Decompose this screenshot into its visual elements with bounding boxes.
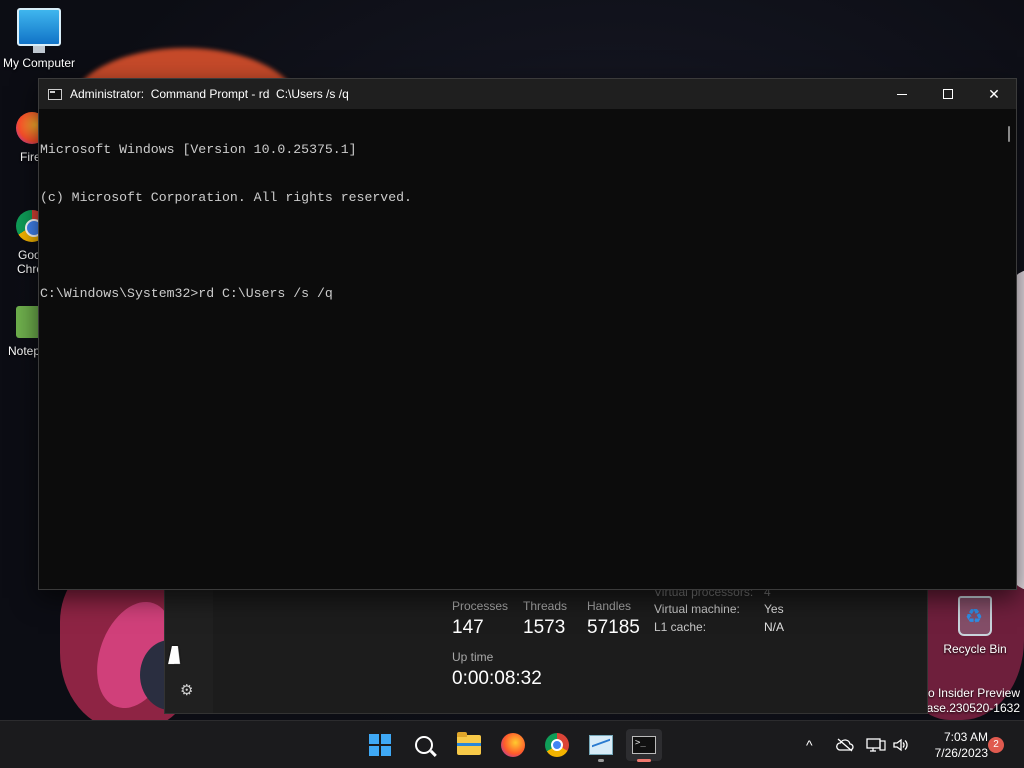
taskbar-performance-monitor[interactable] — [583, 729, 619, 762]
threads-label: Threads — [523, 599, 568, 613]
l1-cache-value: N/A — [764, 620, 785, 634]
maximize-icon — [943, 89, 953, 99]
vertical-scrollbar[interactable] — [1002, 110, 1016, 589]
speaker-icon — [893, 738, 908, 752]
active-indicator — [637, 759, 651, 762]
show-hidden-icons-button[interactable]: ^ — [806, 721, 813, 768]
network-tray-icon[interactable] — [866, 721, 886, 768]
taskbar-chrome[interactable] — [539, 729, 575, 761]
chrome-icon — [545, 733, 569, 757]
command-prompt-window[interactable]: Administrator: Command Prompt - rd C:\Us… — [38, 78, 1017, 590]
taskbar: ^ 7:03 AM 7/26/2023 2 — [0, 720, 1024, 768]
watermark-line: ease.230520-1632 — [919, 701, 1020, 715]
clock-time: 7:03 AM — [943, 730, 988, 744]
virtual-machine-value: Yes — [764, 602, 784, 616]
uptime-stat: Up time 0:00:08:32 — [452, 650, 542, 690]
system-clock[interactable]: 7:03 AM 7/26/2023 — [918, 729, 988, 761]
desktop-icon-recycle-bin[interactable]: Recycle Bin — [940, 596, 1010, 656]
uptime-value: 0:00:08:32 — [452, 668, 542, 689]
volume-tray-icon[interactable] — [892, 721, 910, 768]
scrollbar-thumb[interactable] — [1008, 126, 1010, 142]
close-icon: ✕ — [988, 85, 1000, 102]
clock-date: 7/26/2023 — [934, 746, 988, 760]
start-button[interactable] — [362, 729, 398, 761]
desktop-icon-label: Recycle Bin — [943, 642, 1007, 656]
processes-value: 147 — [452, 617, 484, 638]
threads-value: 1573 — [523, 617, 566, 638]
uptime-label: Up time — [452, 650, 494, 664]
threads-stat: Threads 1573 — [523, 599, 567, 639]
taskbar-firefox[interactable] — [495, 729, 531, 761]
onedrive-tray-icon[interactable] — [836, 721, 854, 768]
notification-badge[interactable]: 2 — [988, 737, 1004, 753]
l1-cache-label: L1 cache: — [654, 620, 707, 634]
taskbar-command-prompt[interactable] — [626, 729, 662, 762]
desktop-icon-label: My Computer — [2, 56, 76, 70]
close-button[interactable]: ✕ — [971, 79, 1017, 109]
terminal-output[interactable]: Microsoft Windows [Version 10.0.25375.1]… — [39, 110, 1002, 589]
task-manager-window: ⚙ Processes 147 Threads 1573 Handles 571… — [164, 584, 928, 714]
windows-logo-icon — [369, 734, 391, 756]
processes-stat: Processes 147 — [452, 599, 508, 639]
window-titlebar[interactable]: Administrator: Command Prompt - rd C:\Us… — [39, 79, 1016, 109]
firefox-icon — [501, 733, 525, 757]
terminal-line: (c) Microsoft Corporation. All rights re… — [40, 190, 412, 205]
cloud-off-icon — [836, 738, 854, 752]
handles-stat: Handles 57185 — [587, 599, 640, 639]
processes-label: Processes — [452, 599, 509, 613]
taskbar-file-explorer[interactable] — [451, 729, 487, 761]
search-button[interactable] — [406, 729, 442, 761]
virtual-machine-label: Virtual machine: — [654, 602, 740, 616]
insider-watermark: ro Insider Preview ease.230520-1632 — [920, 686, 1020, 716]
performance-monitor-icon — [589, 735, 613, 755]
terminal-line: C:\Windows\System32>rd C:\Users /s /q — [40, 286, 333, 301]
minimize-icon — [897, 93, 907, 95]
folder-icon — [457, 732, 481, 755]
running-indicator — [598, 759, 604, 762]
command-prompt-icon — [632, 736, 656, 754]
monitor-icon — [17, 8, 61, 53]
watermark-line: ro Insider Preview — [923, 686, 1020, 700]
network-icon — [866, 738, 886, 752]
recycle-bin-icon — [958, 596, 992, 636]
search-icon — [415, 736, 433, 754]
window-title: Administrator: Command Prompt - rd C:\Us… — [70, 87, 349, 101]
desktop-icon-my-computer[interactable]: My Computer — [0, 8, 78, 70]
terminal-line: Microsoft Windows [Version 10.0.25375.1] — [40, 142, 357, 157]
handles-value: 57185 — [587, 617, 640, 638]
gear-icon[interactable]: ⚙ — [180, 681, 193, 699]
handles-label: Handles — [587, 599, 632, 613]
chevron-up-icon: ^ — [806, 737, 813, 753]
minimize-button[interactable] — [879, 79, 925, 109]
maximize-button[interactable] — [925, 79, 971, 109]
command-prompt-icon — [48, 88, 62, 100]
